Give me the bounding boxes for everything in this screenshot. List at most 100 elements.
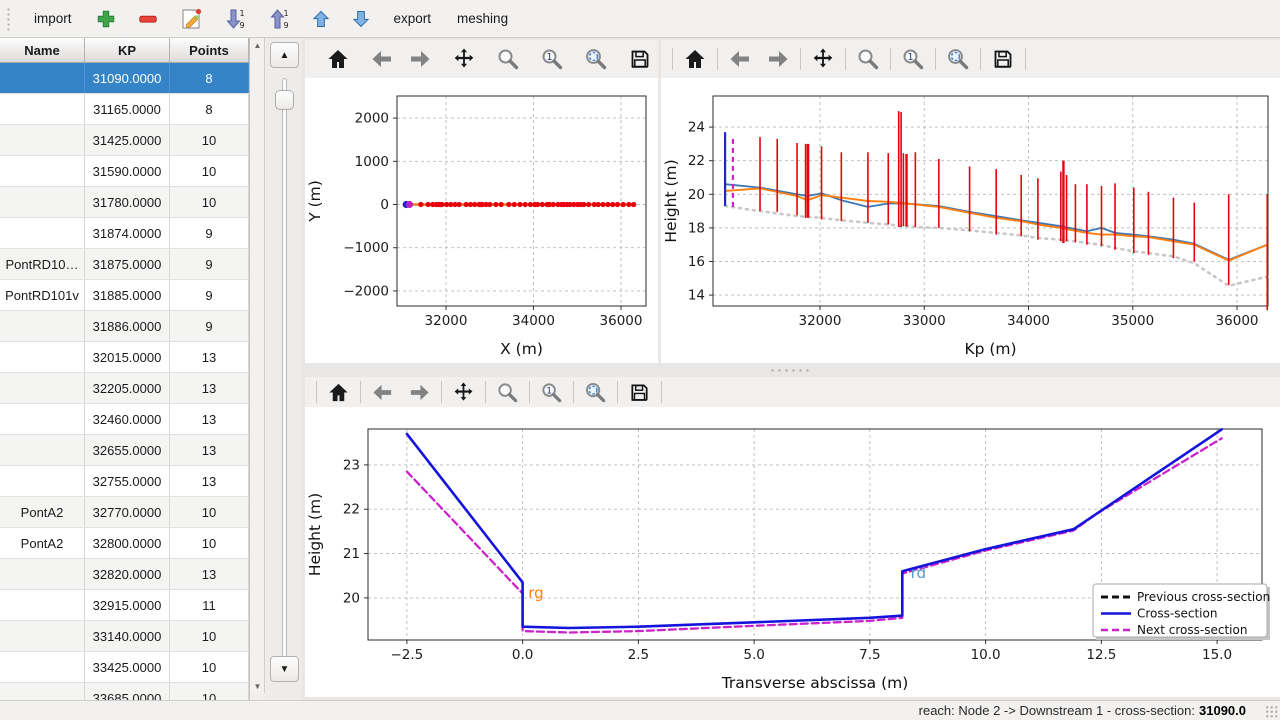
- slider-handle[interactable]: [275, 90, 294, 110]
- zoom-button[interactable]: [489, 379, 526, 406]
- svg-text:32000: 32000: [425, 313, 468, 329]
- home-button[interactable]: [676, 45, 714, 73]
- zoom-selection-button[interactable]: [577, 379, 614, 406]
- remove-cross-section-button[interactable]: [130, 5, 166, 33]
- toolbar-drag-handle[interactable]: [6, 7, 12, 31]
- table-row[interactable]: 32460.0000 13: [0, 404, 249, 435]
- table-row[interactable]: 33425.0000 10: [0, 652, 249, 683]
- cell-kp: 32015.0000: [85, 342, 170, 372]
- import-button[interactable]: import: [24, 7, 82, 30]
- svg-text:0: 0: [380, 197, 389, 213]
- svg-text:14: 14: [688, 288, 705, 304]
- svg-text:34000: 34000: [1007, 313, 1050, 329]
- scroll-down-icon[interactable]: ▼: [250, 679, 265, 693]
- home-button[interactable]: [319, 45, 357, 73]
- table-row[interactable]: PontRD10… 31875.0000 9: [0, 249, 249, 280]
- table-row[interactable]: 32755.0000 13: [0, 466, 249, 497]
- table-row[interactable]: 31780.0000 10: [0, 187, 249, 218]
- table-row[interactable]: PontRD101v 31885.0000 9: [0, 280, 249, 311]
- svg-text:22: 22: [343, 502, 360, 518]
- back-arrow-icon: [371, 381, 394, 404]
- save-button[interactable]: [984, 45, 1022, 73]
- table-row[interactable]: 32915.0000 11: [0, 590, 249, 621]
- cell-name: [0, 63, 85, 93]
- table-row[interactable]: 32015.0000 13: [0, 342, 249, 373]
- back-button[interactable]: [721, 45, 759, 73]
- svg-text:rd: rd: [911, 564, 926, 582]
- table-row[interactable]: 32655.0000 13: [0, 435, 249, 466]
- table-row[interactable]: 33140.0000 10: [0, 621, 249, 652]
- cell-name: [0, 311, 85, 341]
- table-row[interactable]: 31874.0000 9: [0, 218, 249, 249]
- slider-track[interactable]: [282, 78, 287, 658]
- zoom-button[interactable]: [489, 45, 527, 73]
- resize-grip-icon[interactable]: [1265, 705, 1278, 718]
- svg-text:Y (m): Y (m): [306, 180, 324, 223]
- zoom-button[interactable]: [849, 45, 887, 73]
- cell-kp: 31165.0000: [85, 94, 170, 124]
- pan-icon: [452, 47, 476, 71]
- home-button[interactable]: [320, 379, 357, 406]
- svg-text:−2000: −2000: [343, 283, 389, 299]
- table-row[interactable]: 31886.0000 9: [0, 311, 249, 342]
- zoom-1-button[interactable]: [533, 45, 571, 73]
- svg-text:20: 20: [343, 590, 360, 606]
- slider-up-button[interactable]: ▲: [270, 42, 299, 68]
- scroll-up-icon[interactable]: ▲: [250, 38, 265, 52]
- sort-descending-button[interactable]: [216, 4, 254, 34]
- column-header-points[interactable]: Points: [170, 38, 249, 62]
- cell-kp: 31874.0000: [85, 218, 170, 248]
- table-row[interactable]: 32205.0000 13: [0, 373, 249, 404]
- add-cross-section-button[interactable]: [88, 5, 124, 33]
- plots-area: » 320003400036000−2000−1000010002000X (m…: [302, 38, 1280, 700]
- longitudinal-profile-plot[interactable]: 3200033000340003500036000141618202224Kp …: [661, 78, 1280, 363]
- zoom-selection-button[interactable]: [577, 45, 615, 73]
- back-button[interactable]: [364, 379, 401, 406]
- cell-kp: 31780.0000: [85, 187, 170, 217]
- table-row[interactable]: 32820.0000 13: [0, 559, 249, 590]
- column-header-kp[interactable]: KP: [85, 38, 170, 62]
- forward-button[interactable]: [759, 45, 797, 73]
- pan-button[interactable]: [445, 379, 482, 406]
- magnifier-selection-icon: [946, 47, 970, 71]
- export-button[interactable]: export: [384, 7, 442, 30]
- cell-name: [0, 125, 85, 155]
- edit-button[interactable]: [172, 4, 210, 34]
- save-icon: [991, 47, 1015, 71]
- cell-name: [0, 156, 85, 186]
- horizontal-splitter[interactable]: [302, 363, 1280, 377]
- move-up-button[interactable]: [304, 6, 338, 32]
- column-header-name[interactable]: Name: [0, 38, 85, 62]
- table-row[interactable]: PontA2 32800.0000 10: [0, 528, 249, 559]
- back-button[interactable]: [363, 45, 401, 73]
- table-row[interactable]: 31590.0000 10: [0, 156, 249, 187]
- zoom-1-button[interactable]: [533, 379, 570, 406]
- slider-down-button[interactable]: ▼: [270, 656, 299, 682]
- svg-text:1000: 1000: [355, 154, 389, 170]
- save-button[interactable]: [621, 45, 659, 73]
- trace-plot[interactable]: 320003400036000−2000−1000010002000X (m)Y…: [305, 78, 658, 363]
- forward-button[interactable]: [401, 379, 438, 406]
- cross-section-plot[interactable]: −2.50.02.55.07.510.012.515.020212223rgrd…: [305, 407, 1280, 697]
- table-row[interactable]: 31425.0000 10: [0, 125, 249, 156]
- forward-button[interactable]: [401, 45, 439, 73]
- zoom-selection-button[interactable]: [939, 45, 977, 73]
- move-down-button[interactable]: [344, 6, 378, 32]
- svg-text:24: 24: [688, 120, 705, 136]
- save-button[interactable]: [621, 379, 658, 406]
- table-scrollbar[interactable]: ▲ ▼: [250, 38, 265, 693]
- cell-name: [0, 94, 85, 124]
- table-row[interactable]: PontA2 32770.0000 10: [0, 497, 249, 528]
- pan-button[interactable]: [804, 45, 842, 73]
- cell-name: [0, 652, 85, 682]
- cell-kp: 32915.0000: [85, 590, 170, 620]
- pan-icon: [452, 381, 475, 404]
- zoom-1-button[interactable]: [894, 45, 932, 73]
- table-row[interactable]: 31165.0000 8: [0, 94, 249, 125]
- pan-button[interactable]: [445, 45, 483, 73]
- sort-ascending-button[interactable]: [260, 4, 298, 34]
- back-arrow-icon: [728, 47, 752, 71]
- table-row[interactable]: 31090.0000 8: [0, 63, 249, 94]
- cell-name: [0, 404, 85, 434]
- meshing-button[interactable]: meshing: [447, 7, 518, 30]
